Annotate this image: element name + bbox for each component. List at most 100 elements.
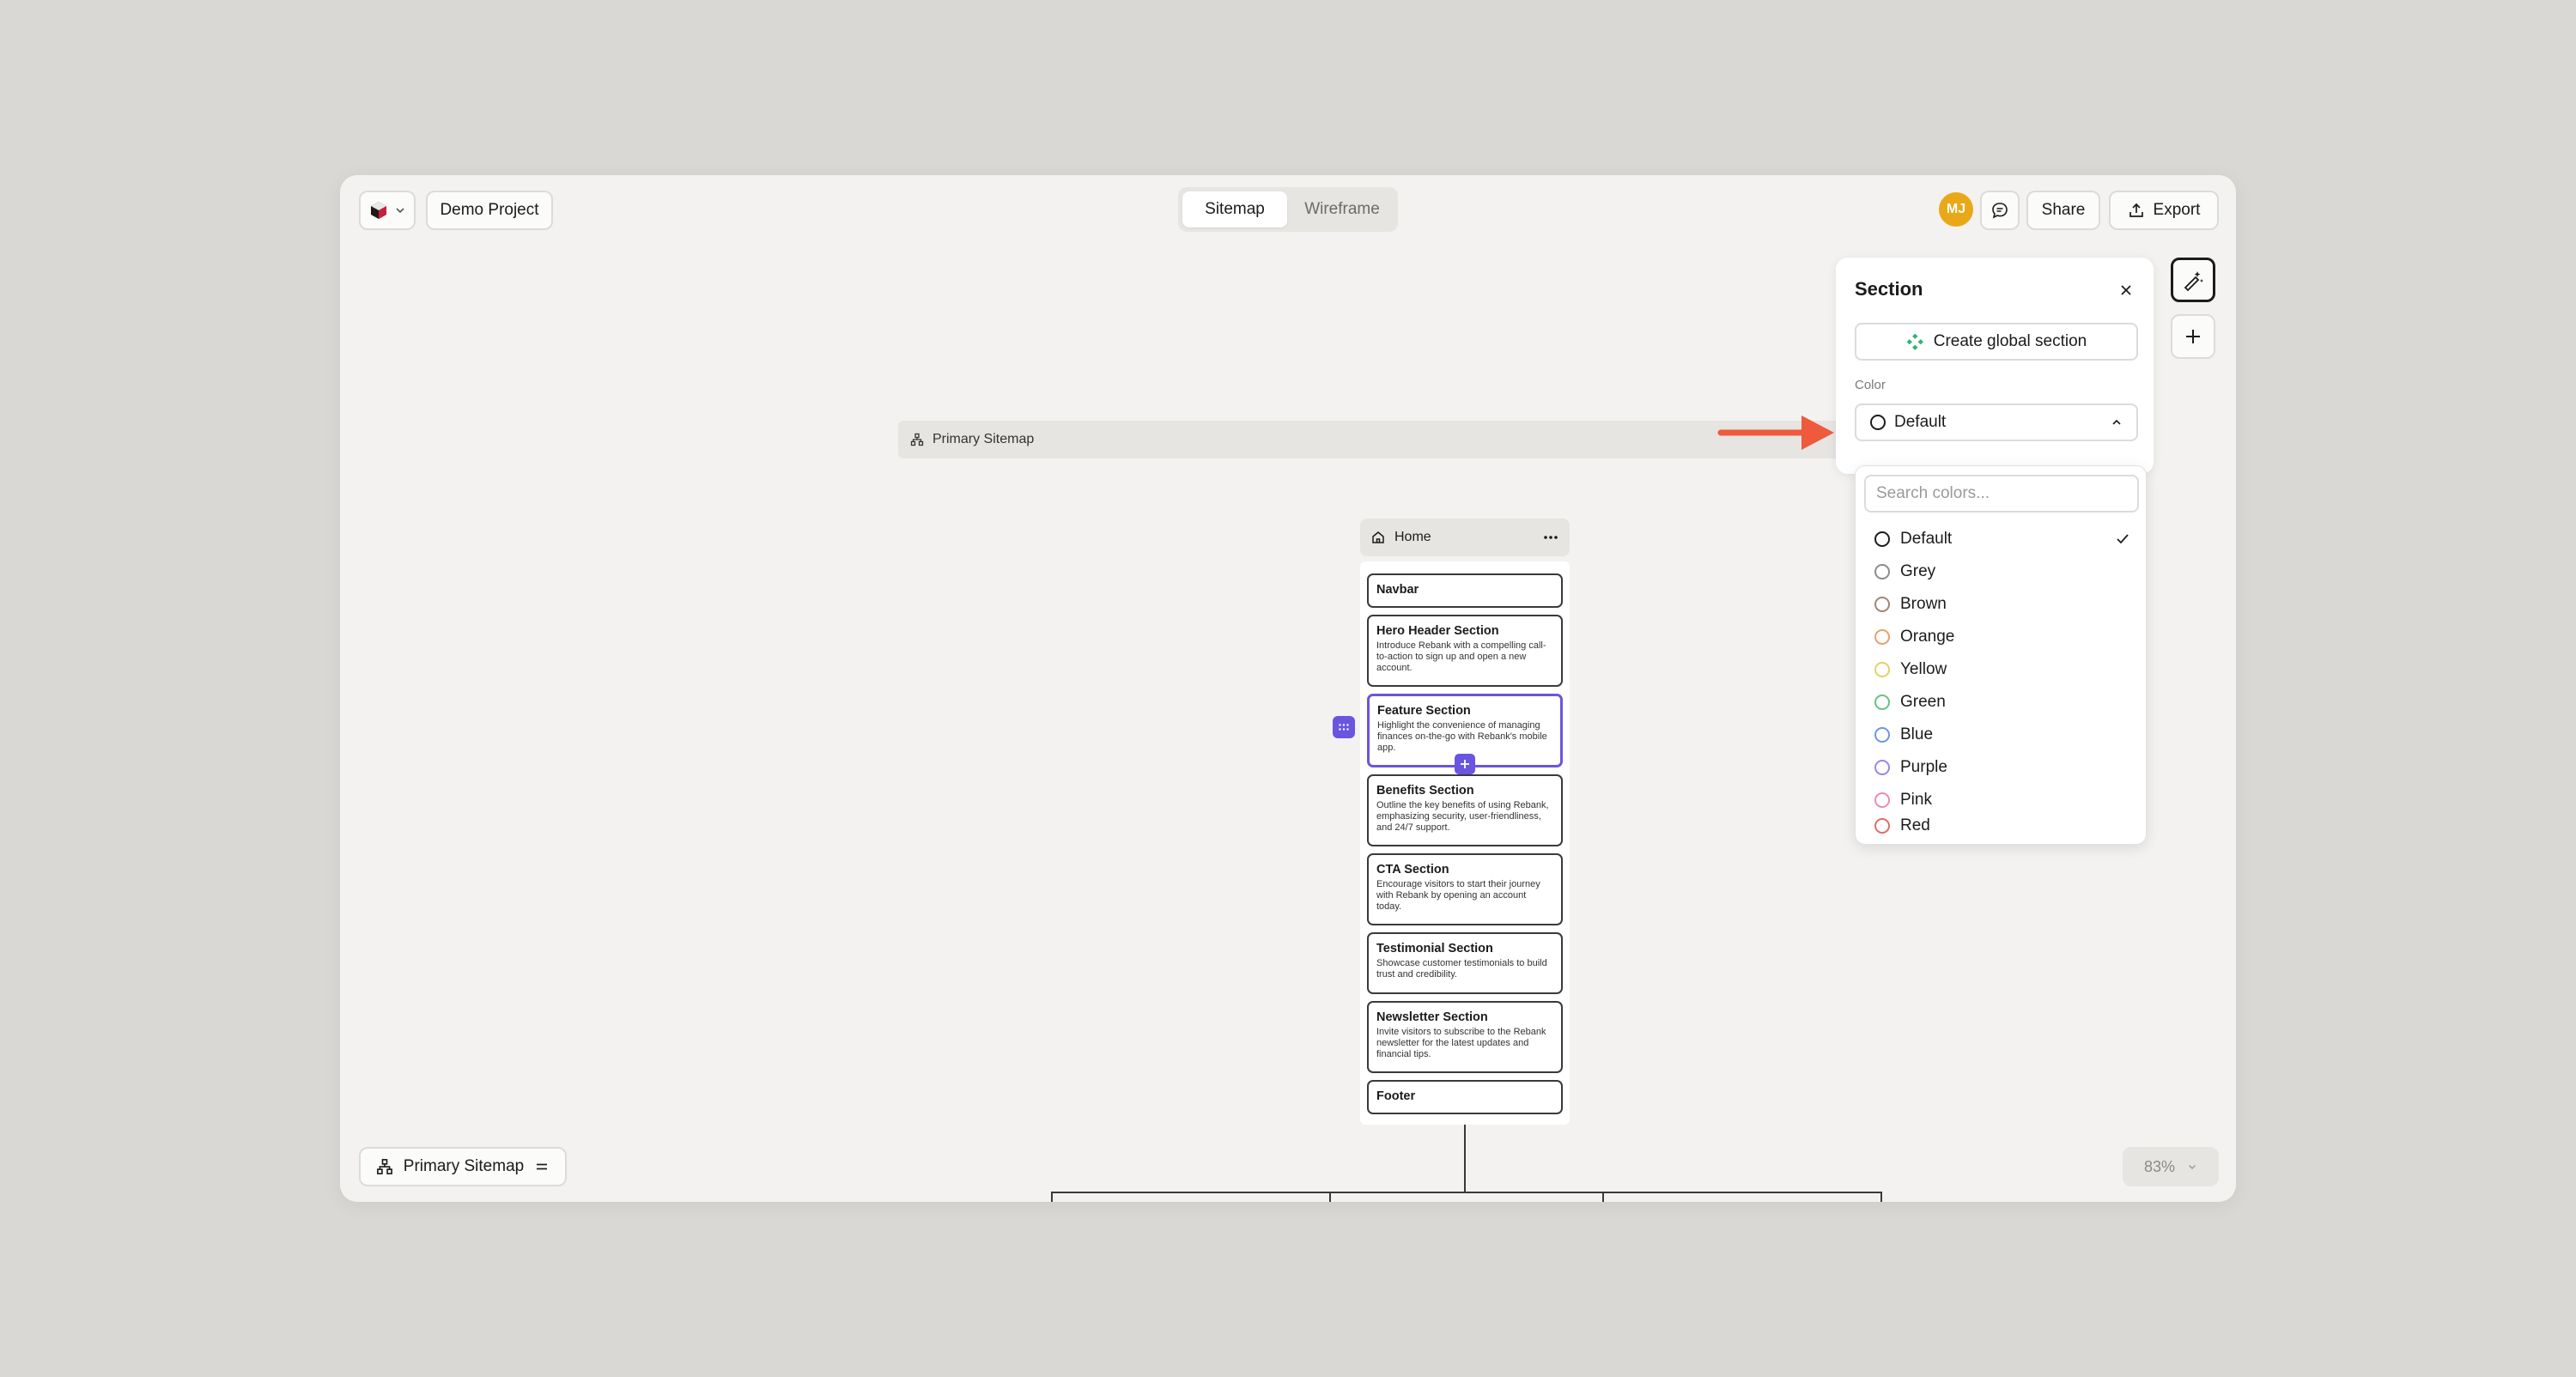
section-title: CTA Section [1376,863,1449,877]
color-option-purple[interactable]: Purple [1856,751,2148,784]
color-swatch-icon [1874,531,1890,547]
section-title: Benefits Section [1376,784,1474,798]
color-option-red[interactable]: Red [1856,810,2148,842]
ai-edit-button[interactable] [2171,258,2215,302]
magic-wand-icon [2184,271,2203,292]
section-title: Newsletter Section [1376,1010,1488,1024]
share-label: Share [2041,201,2086,219]
color-label: Color [1855,378,1886,392]
section-card-navbar[interactable]: Navbar [1367,573,1563,608]
create-global-section-label: Create global section [1933,332,2087,350]
tab-wireframe[interactable]: Wireframe [1291,191,1394,227]
sitemap-selector-button[interactable]: Primary Sitemap [359,1147,567,1186]
color-select[interactable]: Default [1855,403,2138,441]
share-button[interactable]: Share [2026,191,2100,230]
color-dropdown: Default Grey Brown Orange Yellow Green B… [1855,465,2147,845]
tree-connector [1329,1192,1331,1202]
section-title: Hero Header Section [1376,624,1499,638]
section-description: Outline the key benefits of using Rebank… [1376,800,1549,833]
color-swatch-icon [1874,695,1890,710]
app-window: Demo Project Sitemap Wireframe MJ Share … [340,175,2236,1202]
sitemap-icon [376,1159,392,1174]
color-swatch-icon [1874,597,1890,612]
export-label: Export [2153,201,2201,219]
drag-handle[interactable] [1333,716,1355,738]
color-option-label: Grey [1900,562,1936,580]
section-description: Invite visitors to subscribe to the Reba… [1376,1027,1546,1059]
color-swatch-icon [1870,415,1886,430]
color-search-input[interactable] [1864,475,2139,513]
selected-color-label: Default [1894,413,1947,431]
section-title: Footer [1376,1089,1416,1103]
avatar[interactable]: MJ [1939,192,1973,227]
view-switcher: Sitemap Wireframe [1178,187,1398,232]
cube-logo-icon [371,202,386,219]
chevron-down-icon [396,208,404,214]
create-global-section-button[interactable]: Create global section [1855,323,2138,361]
comments-button[interactable] [1980,191,2020,230]
logo-menu-button[interactable] [359,191,416,230]
sitemap-bar-label: Primary Sitemap [933,432,1035,446]
plus-icon [2186,330,2200,343]
project-name-button[interactable]: Demo Project [426,191,553,230]
tree-connector [1464,1125,1466,1193]
grip-icon [1339,724,1349,731]
sitemap-selector-label: Primary Sitemap [403,1157,525,1175]
color-swatch-icon [1874,792,1890,808]
checkmark-icon [2117,534,2129,544]
tree-connector [1880,1192,1882,1202]
section-description: Introduce Rebank with a compelling call-… [1376,640,1546,673]
color-option-grey[interactable]: Grey [1856,555,2148,588]
color-option-default[interactable]: Default [1856,523,2148,555]
section-description: Encourage visitors to start their journe… [1376,879,1540,912]
section-card-cta[interactable]: CTA Section Encourage visitors to start … [1367,853,1563,925]
color-option-green[interactable]: Green [1856,686,2148,719]
color-option-label: Brown [1900,595,1947,613]
color-option-label: Green [1900,693,1946,711]
section-card-benefits[interactable]: Benefits Section Outline the key benefit… [1367,774,1563,846]
color-option-label: Blue [1900,725,1934,743]
color-option-label: Yellow [1900,660,1947,678]
color-swatch-icon [1874,564,1890,579]
sitemap-icon [910,433,924,446]
color-option-yellow[interactable]: Yellow [1856,653,2148,686]
menu-icon [537,1163,548,1170]
plus-icon [1461,760,1469,768]
tab-sitemap[interactable]: Sitemap [1182,191,1287,227]
project-name: Demo Project [440,201,539,219]
section-card-hero[interactable]: Hero Header Section Introduce Rebank wit… [1367,615,1563,687]
add-section-below-button[interactable] [1455,754,1475,774]
color-option-brown[interactable]: Brown [1856,588,2148,621]
zoom-level: 83% [2143,1157,2176,1175]
comment-icon [1992,203,2008,219]
section-title: Testimonial Section [1376,942,1493,955]
section-description: Highlight the convenience of managing fi… [1377,720,1547,753]
section-panel: Section Create global section Color Defa… [1836,258,2154,474]
section-title: Feature Section [1377,704,1471,718]
global-section-icon [1906,333,1923,350]
page-header-home[interactable]: Home [1360,519,1570,556]
close-icon[interactable] [2116,280,2136,300]
more-options-icon[interactable] [1542,529,1559,546]
home-icon [1372,531,1384,543]
add-button[interactable] [2171,314,2215,359]
annotation-arrow-icon [1717,416,1834,450]
section-title: Navbar [1376,583,1419,597]
upload-icon [2129,203,2143,217]
section-card-newsletter[interactable]: Newsletter Section Invite visitors to su… [1367,1001,1563,1073]
chevron-up-icon [2112,419,2121,425]
color-option-blue[interactable]: Blue [1856,719,2148,751]
section-card-testimonial[interactable]: Testimonial Section Showcase customer te… [1367,932,1563,994]
page-title-home: Home [1394,530,1431,544]
export-button[interactable]: Export [2109,191,2219,230]
tree-connector [1602,1192,1604,1202]
color-option-label: Red [1900,816,1930,834]
color-option-label: Default [1900,530,1953,548]
section-description: Showcase customer testimonials to build … [1376,958,1547,980]
zoom-control[interactable]: 83% [2123,1147,2219,1186]
page-sections-list: Navbar Hero Header Section Introduce Reb… [1360,561,1570,1125]
color-swatch-icon [1874,629,1890,645]
color-option-orange[interactable]: Orange [1856,621,2148,653]
section-card-footer[interactable]: Footer [1367,1080,1563,1114]
tree-connector [1051,1192,1882,1193]
